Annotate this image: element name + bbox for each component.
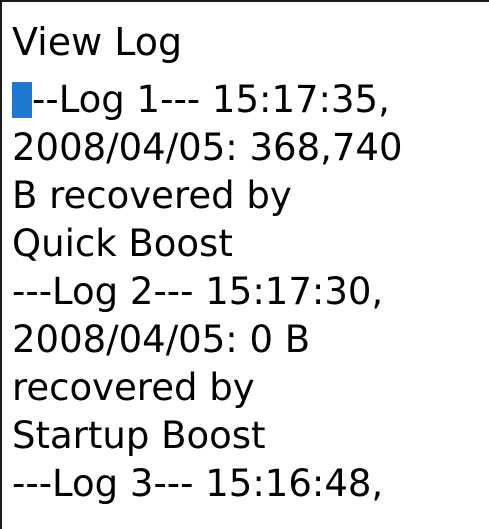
- log-line-3: B recovered by: [12, 174, 292, 217]
- log-line-1-text: --Log 1--- 15:17:35,: [32, 78, 390, 121]
- log-line-2: 2008/04/05: 368,740: [12, 126, 403, 169]
- log-text-area[interactable]: --Log 1--- 15:17:35, 2008/04/05: 368,740…: [12, 76, 489, 508]
- log-line-6: 2008/04/05: 0 B: [12, 318, 311, 361]
- text-cursor[interactable]: [12, 82, 32, 118]
- screen-title: View Log: [12, 20, 183, 64]
- log-line-4: Quick Boost: [12, 222, 233, 265]
- log-line-5: ---Log 2--- 15:17:30,: [12, 270, 384, 313]
- log-line-8: Startup Boost: [12, 414, 266, 457]
- log-line-9: ---Log 3--- 15:16:48,: [12, 462, 384, 505]
- log-line-7: recovered by: [12, 366, 255, 409]
- log-line-1: --Log 1--- 15:17:35,: [12, 76, 489, 124]
- view-log-screen: View Log --Log 1--- 15:17:35, 2008/04/05…: [0, 0, 489, 529]
